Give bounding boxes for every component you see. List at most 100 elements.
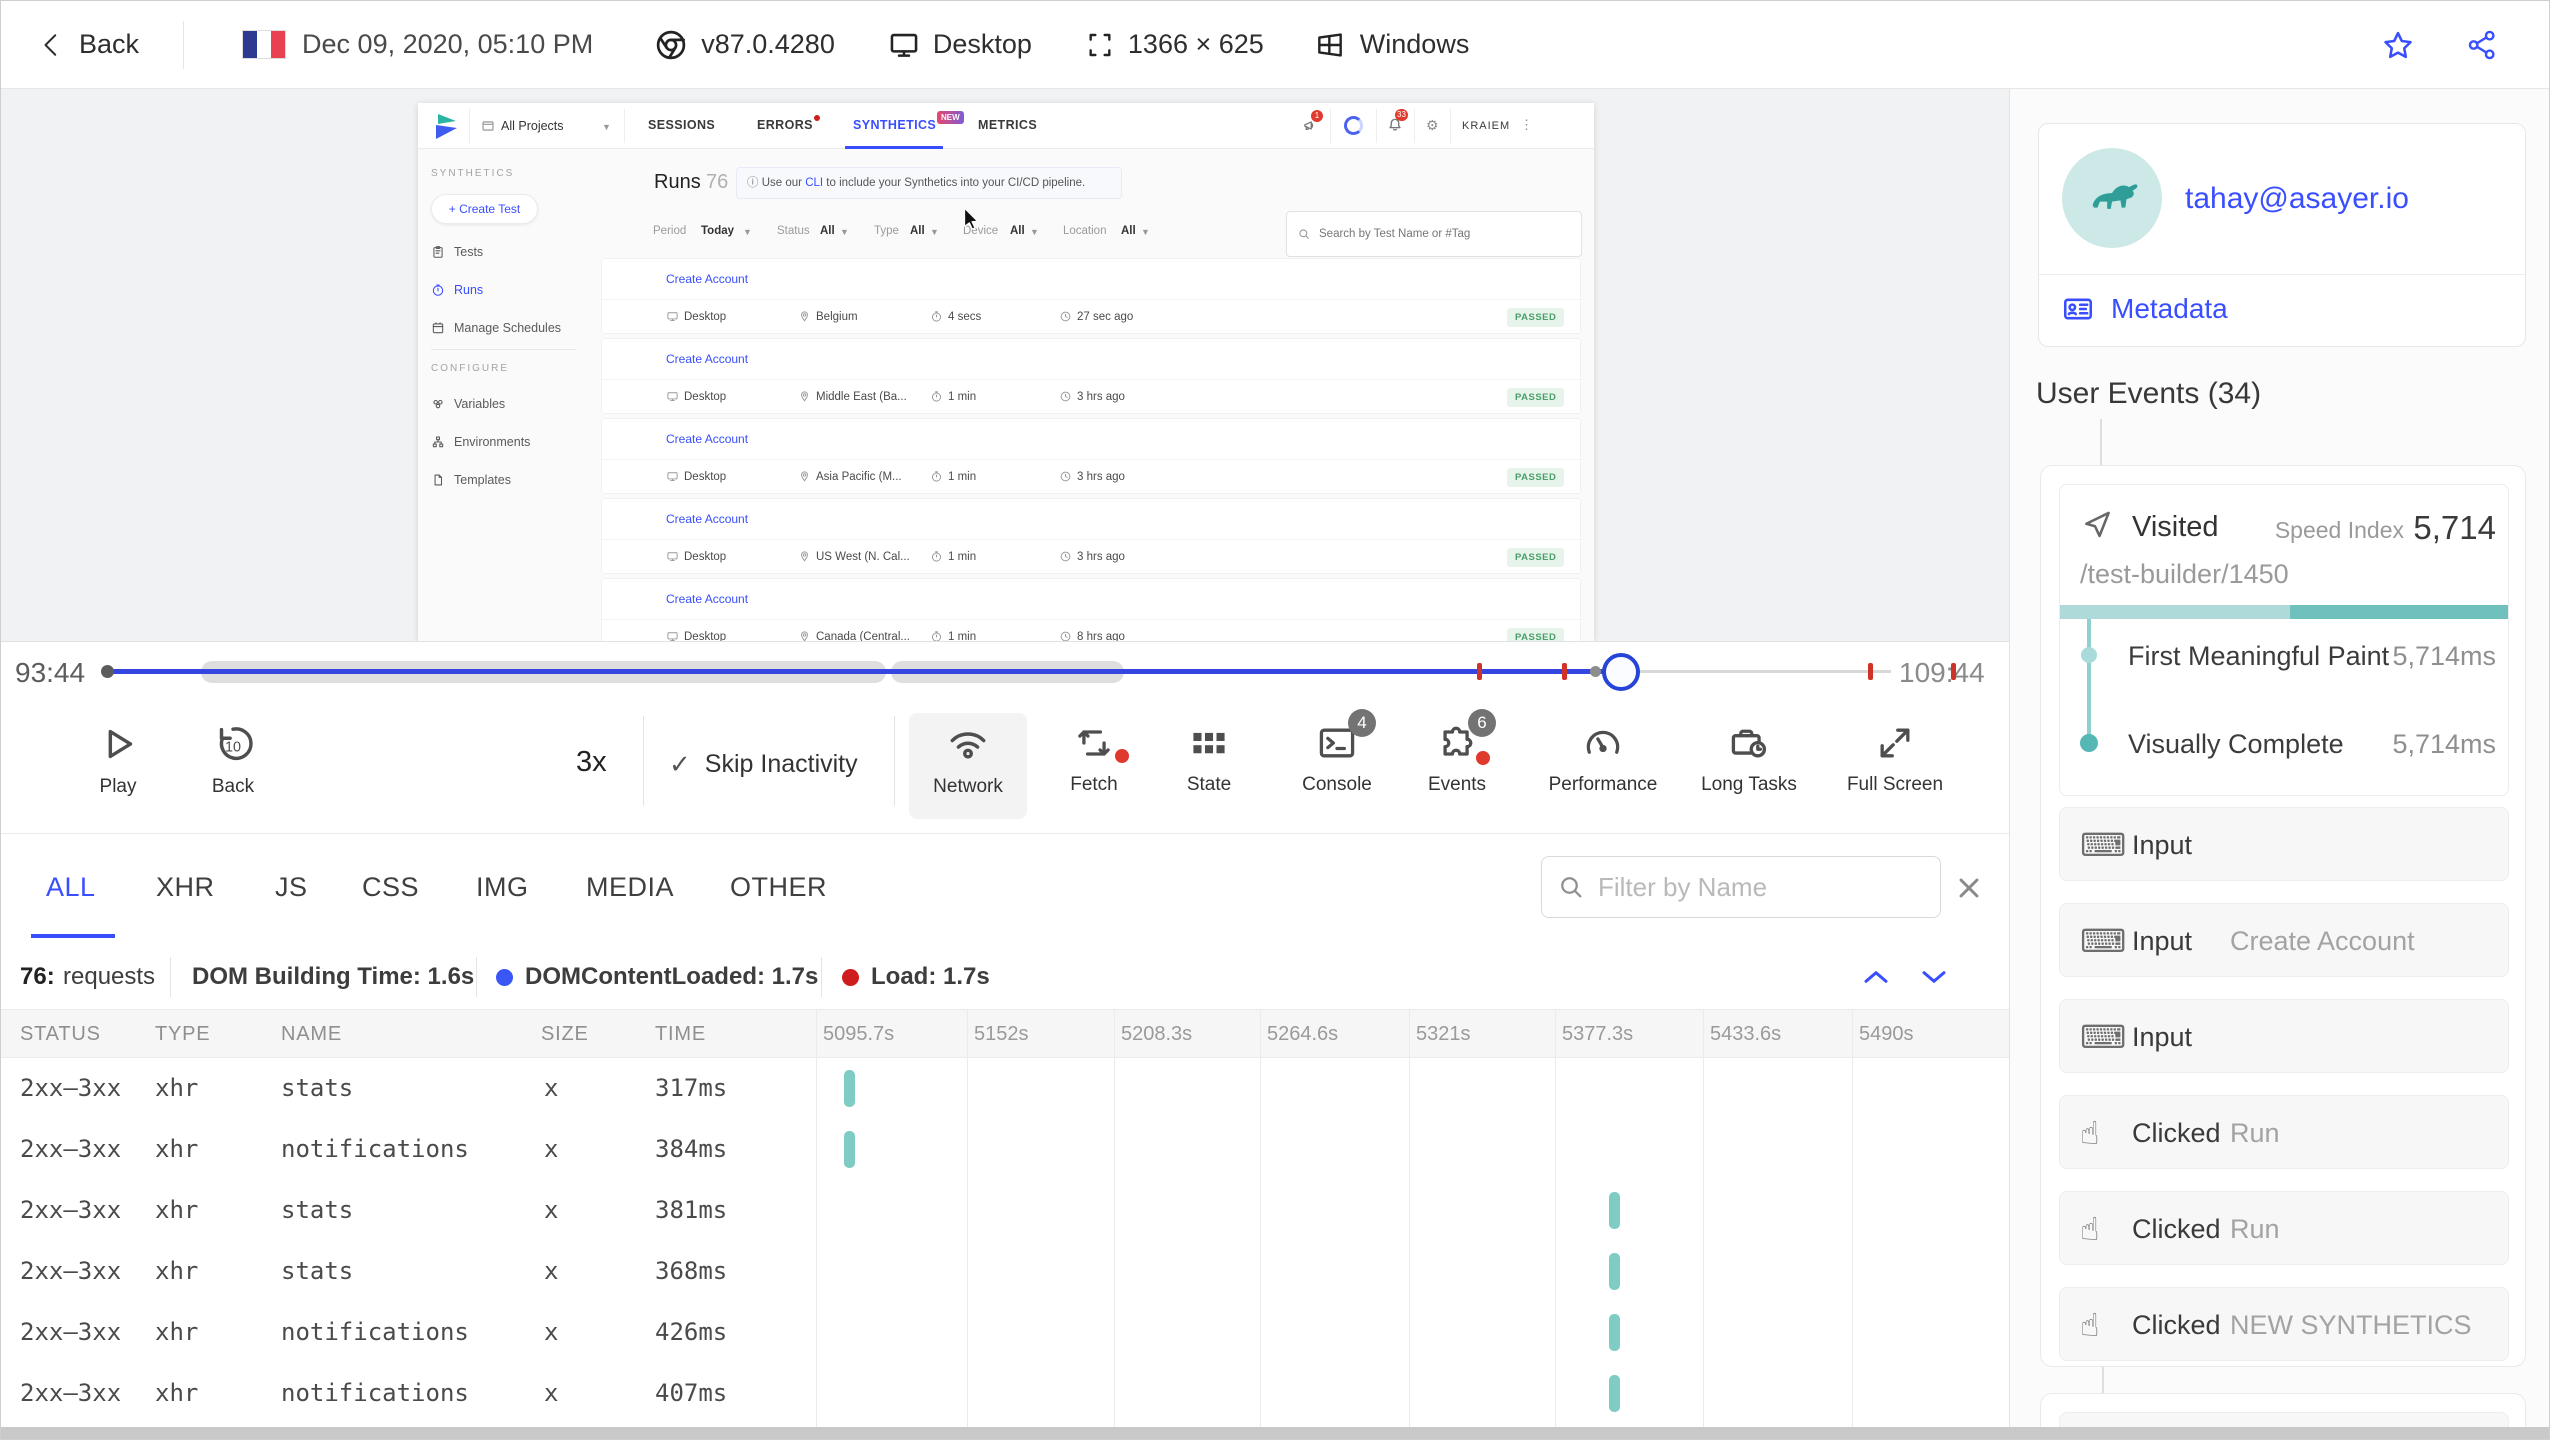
timeline-tick: 5264.6s <box>1267 1023 1339 1045</box>
events-panel-button[interactable]: 6 Events <box>1397 709 1517 796</box>
event-marker[interactable] <box>1868 663 1873 680</box>
favorite-star-icon[interactable] <box>2381 28 2415 62</box>
run-test-name-link[interactable]: Create Account <box>666 432 748 446</box>
run-group[interactable]: Create Account Desktop Asia Pacific (M..… <box>601 418 1581 494</box>
app-tab-sessions[interactable]: SESSIONS <box>648 118 715 132</box>
playhead-handle[interactable] <box>1602 653 1640 691</box>
user-email-link[interactable]: tahay@asayer.io <box>2185 182 2409 216</box>
user-event-item[interactable]: ☝ Clicked Run <box>2059 1191 2509 1265</box>
run-row[interactable]: Desktop Canada (Central... 1 min 8 hrs a… <box>602 619 1580 641</box>
run-row[interactable]: Desktop Belgium 4 secs 27 sec ago PASSED <box>602 299 1580 334</box>
jump-next-icon[interactable] <box>1917 960 1951 994</box>
kebab-menu-icon[interactable]: ⋮ <box>1520 117 1533 133</box>
state-panel-button[interactable]: State <box>1149 721 1269 796</box>
network-request-row[interactable]: 2xx–3xx xhr notifications x 407ms <box>1 1363 2008 1424</box>
run-status-badge: PASSED <box>1507 628 1565 641</box>
network-tab-img[interactable]: IMG <box>476 872 529 903</box>
filter-input[interactable] <box>1598 871 1898 903</box>
event-marker[interactable] <box>1562 663 1567 680</box>
request-type: xhr <box>155 1135 199 1163</box>
console-panel-button[interactable]: 4 Console <box>1277 709 1397 796</box>
network-request-row[interactable]: 2xx–3xx xhr stats x 381ms <box>1 1180 2008 1241</box>
run-test-name-link[interactable]: Create Account <box>666 592 748 606</box>
user-event-item[interactable]: ⌨ Input <box>2059 807 2509 881</box>
jump-previous-icon[interactable] <box>1859 960 1893 994</box>
app-sidebar-item-environments[interactable]: Environments <box>431 435 530 449</box>
playback-timeline: 93:44 109:44 <box>1 641 2009 701</box>
app-tab-errors[interactable]: ERRORS <box>757 118 813 132</box>
app-sidebar-item-manage-schedules[interactable]: Manage Schedules <box>431 321 561 335</box>
app-sidebar-item-runs[interactable]: Runs <box>431 283 483 297</box>
network-panel-button[interactable]: Network <box>908 721 1028 798</box>
playback-speed-button[interactable]: 3x <box>576 746 607 779</box>
divider <box>170 957 171 997</box>
run-group[interactable]: Create Account Desktop Middle East (Ba..… <box>601 338 1581 414</box>
back-label: Back <box>79 29 140 59</box>
back-10s-button[interactable]: 10 Back <box>173 721 293 798</box>
filter-period-value[interactable]: Today <box>701 225 734 237</box>
control-label: Performance <box>1548 774 1658 795</box>
network-tab-css[interactable]: CSS <box>362 872 419 903</box>
performance-panel-button[interactable]: Performance <box>1543 721 1663 796</box>
run-row[interactable]: Desktop US West (N. Cal... 1 min 3 hrs a… <box>602 539 1580 574</box>
filter-status-value[interactable]: All <box>820 225 835 237</box>
fetch-panel-button[interactable]: Fetch <box>1034 721 1154 796</box>
network-tab-media[interactable]: MEDIA <box>586 872 674 903</box>
network-request-row[interactable]: 2xx–3xx xhr stats x 317ms <box>1 1058 2008 1119</box>
network-table-header: STATUS TYPE NAME SIZE TIME 5095.7s 5152s… <box>1 1010 2009 1058</box>
app-search-box[interactable] <box>1286 211 1582 257</box>
run-test-name-link[interactable]: Create Account <box>666 512 748 526</box>
long-tasks-panel-button[interactable]: Long Tasks <box>1689 721 1809 796</box>
timer-icon <box>432 284 444 296</box>
filter-device-value[interactable]: All <box>1010 225 1025 237</box>
app-sidebar-item-tests[interactable]: Tests <box>431 245 483 259</box>
full-screen-button[interactable]: Full Screen <box>1835 721 1955 796</box>
run-group[interactable]: Create Account Desktop Belgium 4 secs 27… <box>601 258 1581 334</box>
control-label: Network <box>933 776 1003 797</box>
app-user-menu[interactable]: KRAIEM <box>1462 120 1510 132</box>
user-event-item[interactable]: ⌨ Input <box>2059 999 2509 1073</box>
filter-box[interactable] <box>1541 856 1941 918</box>
request-name: notifications <box>281 1135 469 1163</box>
cli-link[interactable]: CLI <box>805 177 823 189</box>
visited-event-card[interactable]: Visited Speed Index 5,714 /test-builder/… <box>2059 484 2509 796</box>
filter-type-value[interactable]: All <box>910 225 925 237</box>
app-tab-synthetics[interactable]: SYNTHETICS <box>853 118 936 132</box>
announcements-icon[interactable]: 1 <box>1302 110 1323 134</box>
network-request-row[interactable]: 2xx–3xx xhr stats x 368ms <box>1 1241 2008 1302</box>
app-sidebar-item-variables[interactable]: Variables <box>431 397 505 411</box>
settings-gear-icon[interactable]: ⚙ <box>1426 117 1439 133</box>
close-panel-icon[interactable] <box>1953 872 1985 904</box>
network-tab-all[interactable]: ALL <box>46 872 96 903</box>
run-group[interactable]: Create Account Desktop US West (N. Cal..… <box>601 498 1581 574</box>
app-search-input[interactable] <box>1319 228 1559 240</box>
app-sidebar-item-templates[interactable]: Templates <box>431 473 511 487</box>
event-marker[interactable] <box>1951 663 1956 680</box>
run-test-name-link[interactable]: Create Account <box>666 352 748 366</box>
network-tab-other[interactable]: OTHER <box>730 872 827 903</box>
app-tab-metrics[interactable]: METRICS <box>978 118 1037 132</box>
skip-inactivity-toggle[interactable]: ✓ Skip Inactivity <box>669 749 858 780</box>
run-row[interactable]: Desktop Asia Pacific (M... 1 min 3 hrs a… <box>602 459 1580 494</box>
run-test-name-link[interactable]: Create Account <box>666 272 748 286</box>
filter-location-value[interactable]: All <box>1121 225 1136 237</box>
user-event-item[interactable]: ⌨ Input Create Account <box>2059 903 2509 977</box>
user-event-item[interactable]: ☝ Clicked Run <box>2059 1095 2509 1169</box>
network-request-row[interactable]: 2xx–3xx xhr notifications x 426ms <box>1 1302 2008 1363</box>
network-request-row[interactable]: 2xx–3xx xhr notifications x 384ms <box>1 1119 2008 1180</box>
screen-resolution-icon <box>1084 29 1116 61</box>
create-test-button[interactable]: + Create Test <box>431 194 538 224</box>
share-icon[interactable] <box>2467 29 2499 61</box>
run-row[interactable]: Desktop Middle East (Ba... 1 min 3 hrs a… <box>602 379 1580 414</box>
play-button[interactable]: Play <box>58 721 178 798</box>
back-button[interactable]: Back <box>39 29 139 60</box>
notifications-bell-icon[interactable]: 33 <box>1386 109 1408 134</box>
project-selector[interactable]: All Projects <box>501 119 564 133</box>
run-group[interactable]: Create Account Desktop Canada (Central..… <box>601 578 1581 641</box>
network-tab-js[interactable]: JS <box>275 872 308 903</box>
metadata-button[interactable]: Metadata <box>2061 292 2228 326</box>
event-marker[interactable] <box>1477 663 1482 680</box>
network-tab-xhr[interactable]: XHR <box>156 872 215 903</box>
user-event-item[interactable]: ☝ Clicked NEW SYNTHETICS <box>2059 1287 2509 1361</box>
horizontal-scrollbar[interactable] <box>1 1427 2549 1439</box>
